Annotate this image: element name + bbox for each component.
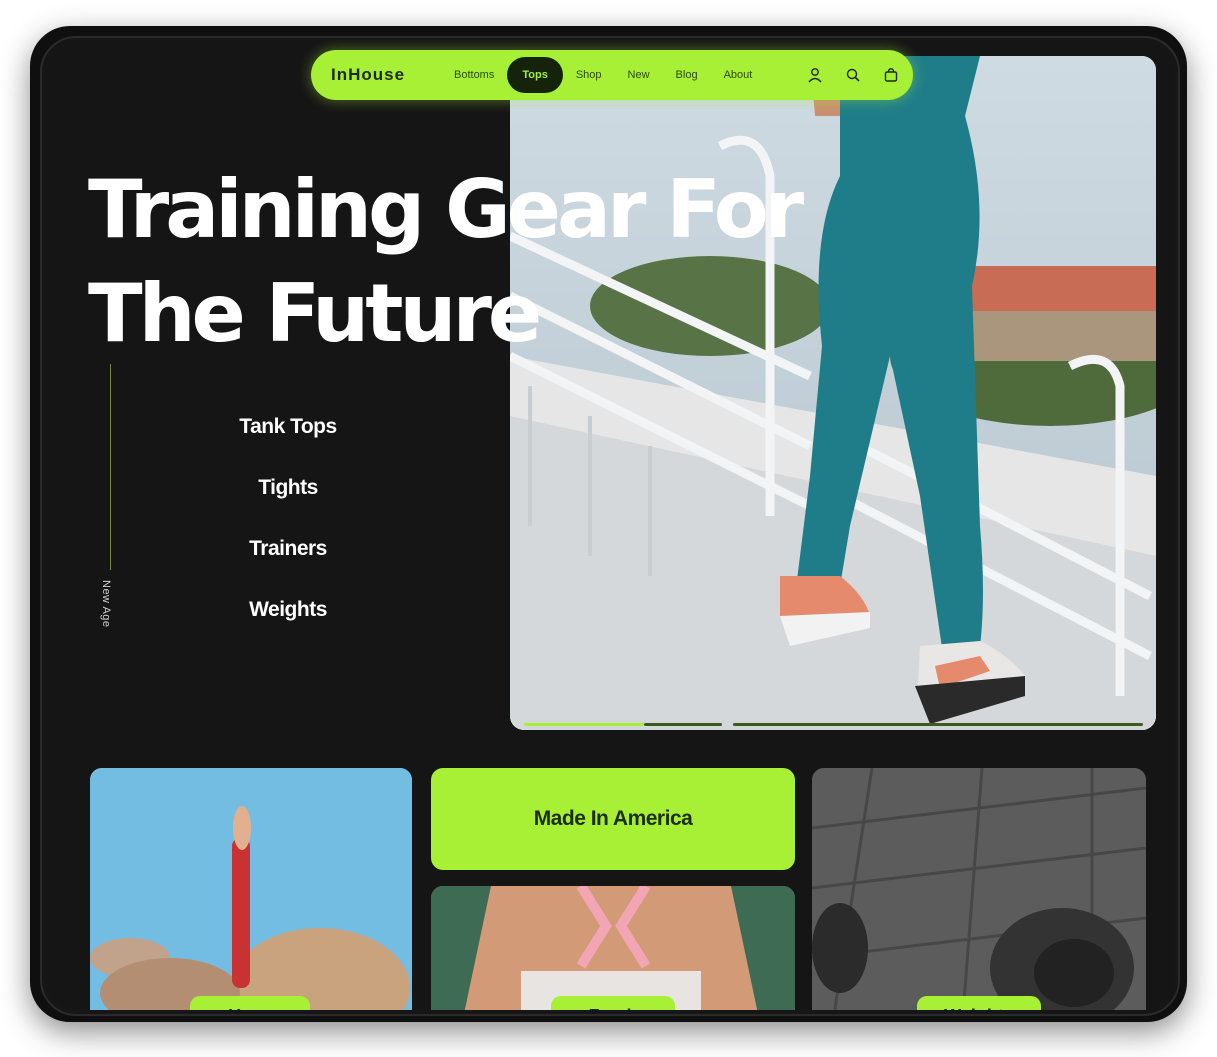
fresh-photo	[431, 886, 795, 1010]
nav-link-tops[interactable]: Tops	[507, 57, 563, 93]
hero-title: Training Gear For The Future	[88, 158, 988, 366]
bag-icon[interactable]	[883, 67, 899, 83]
card-fresh[interactable]: Fresh	[431, 886, 795, 1010]
category-tights[interactable]: Tights	[188, 469, 388, 530]
category-list: Tank Tops Tights Trainers Weights	[188, 408, 388, 652]
badge-made-in-america: Made In America	[431, 768, 795, 870]
search-icon[interactable]	[845, 67, 861, 83]
nav-link-shop[interactable]: Shop	[563, 57, 615, 93]
yoga-photo	[90, 768, 412, 1010]
progress-segment-3[interactable]	[733, 723, 1143, 726]
device-frame: InHouse Bottoms Tops Shop New Blog About	[40, 36, 1180, 1016]
nav-link-bottoms[interactable]: Bottoms	[441, 57, 507, 93]
user-icon[interactable]	[807, 67, 823, 83]
hero-title-line1: Training Gear For	[88, 163, 804, 256]
progress-active[interactable]	[524, 723, 644, 726]
category-weights[interactable]: Weights	[188, 591, 388, 652]
nav-icons	[807, 67, 899, 83]
nav-link-new[interactable]: New	[615, 57, 663, 93]
screen: InHouse Bottoms Tops Shop New Blog About	[44, 40, 1174, 1010]
weights-photo	[812, 768, 1146, 1010]
vertical-divider	[110, 364, 111, 570]
nav-link-about[interactable]: About	[711, 57, 766, 93]
category-tank-tops[interactable]: Tank Tops	[188, 408, 388, 469]
card-weights[interactable]: Weights	[812, 768, 1146, 1010]
hero-title-line2: The Future	[88, 267, 542, 360]
pill-fresh[interactable]: Fresh	[551, 996, 675, 1010]
card-yoga[interactable]: Yoga	[90, 768, 412, 1010]
pill-yoga[interactable]: Yoga	[190, 996, 310, 1010]
category-trainers[interactable]: Trainers	[188, 530, 388, 591]
badge-text: Made In America	[533, 807, 693, 830]
logo[interactable]: InHouse	[331, 65, 441, 85]
top-nav: InHouse Bottoms Tops Shop New Blog About	[311, 50, 913, 100]
progress-segment-2[interactable]	[644, 723, 722, 726]
vertical-label: New Age	[100, 580, 112, 628]
slider-progress	[524, 723, 1144, 726]
pill-weights[interactable]: Weights	[917, 996, 1041, 1010]
nav-link-blog[interactable]: Blog	[663, 57, 711, 93]
